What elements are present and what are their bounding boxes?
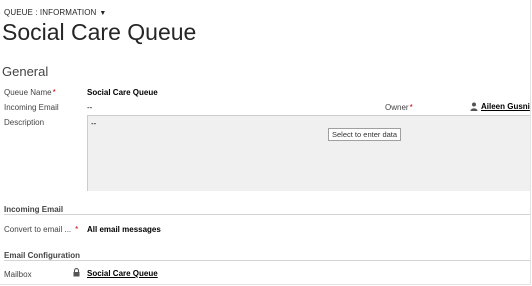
incoming-email-label: Incoming Email	[4, 103, 59, 112]
lock-icon	[73, 268, 80, 277]
description-label: Description	[4, 118, 45, 127]
convert-to-email-label: Convert to email ... *	[4, 225, 78, 234]
required-marker: *	[75, 225, 79, 234]
required-marker: *	[409, 103, 413, 112]
user-icon	[470, 102, 478, 111]
queue-name-field[interactable]: Social Care Queue	[87, 88, 158, 97]
section-title-general: General	[2, 64, 49, 79]
description-field[interactable]: -- Select to enter data	[87, 115, 530, 191]
divider	[4, 260, 530, 261]
owner-link[interactable]: Aileen Gusni	[481, 102, 530, 111]
queue-name-label: Queue Name*	[4, 88, 56, 97]
owner-label-text: Owner	[385, 103, 409, 112]
queue-name-label-text: Queue Name	[4, 88, 52, 97]
page-title: Social Care Queue	[2, 19, 197, 45]
form-selector-label: QUEUE : INFORMATION	[4, 8, 97, 17]
owner-label: Owner*	[385, 103, 413, 112]
incoming-email-field[interactable]: --	[87, 103, 92, 112]
convert-to-email-field[interactable]: All email messages	[87, 225, 161, 234]
form-selector[interactable]: QUEUE : INFORMATION ▼	[4, 8, 106, 17]
convert-label-text: Convert to email ...	[4, 225, 72, 234]
chevron-down-icon[interactable]: ▼	[99, 10, 106, 17]
description-value: --	[91, 119, 97, 128]
section-title-incoming-email: Incoming Email	[4, 205, 64, 214]
section-title-email-configuration: Email Configuration	[4, 251, 80, 260]
required-marker: *	[52, 88, 56, 97]
select-to-enter-tooltip: Select to enter data	[328, 128, 402, 141]
divider	[4, 214, 530, 215]
mailbox-label: Mailbox	[4, 270, 32, 279]
mailbox-link[interactable]: Social Care Queue	[87, 269, 158, 278]
